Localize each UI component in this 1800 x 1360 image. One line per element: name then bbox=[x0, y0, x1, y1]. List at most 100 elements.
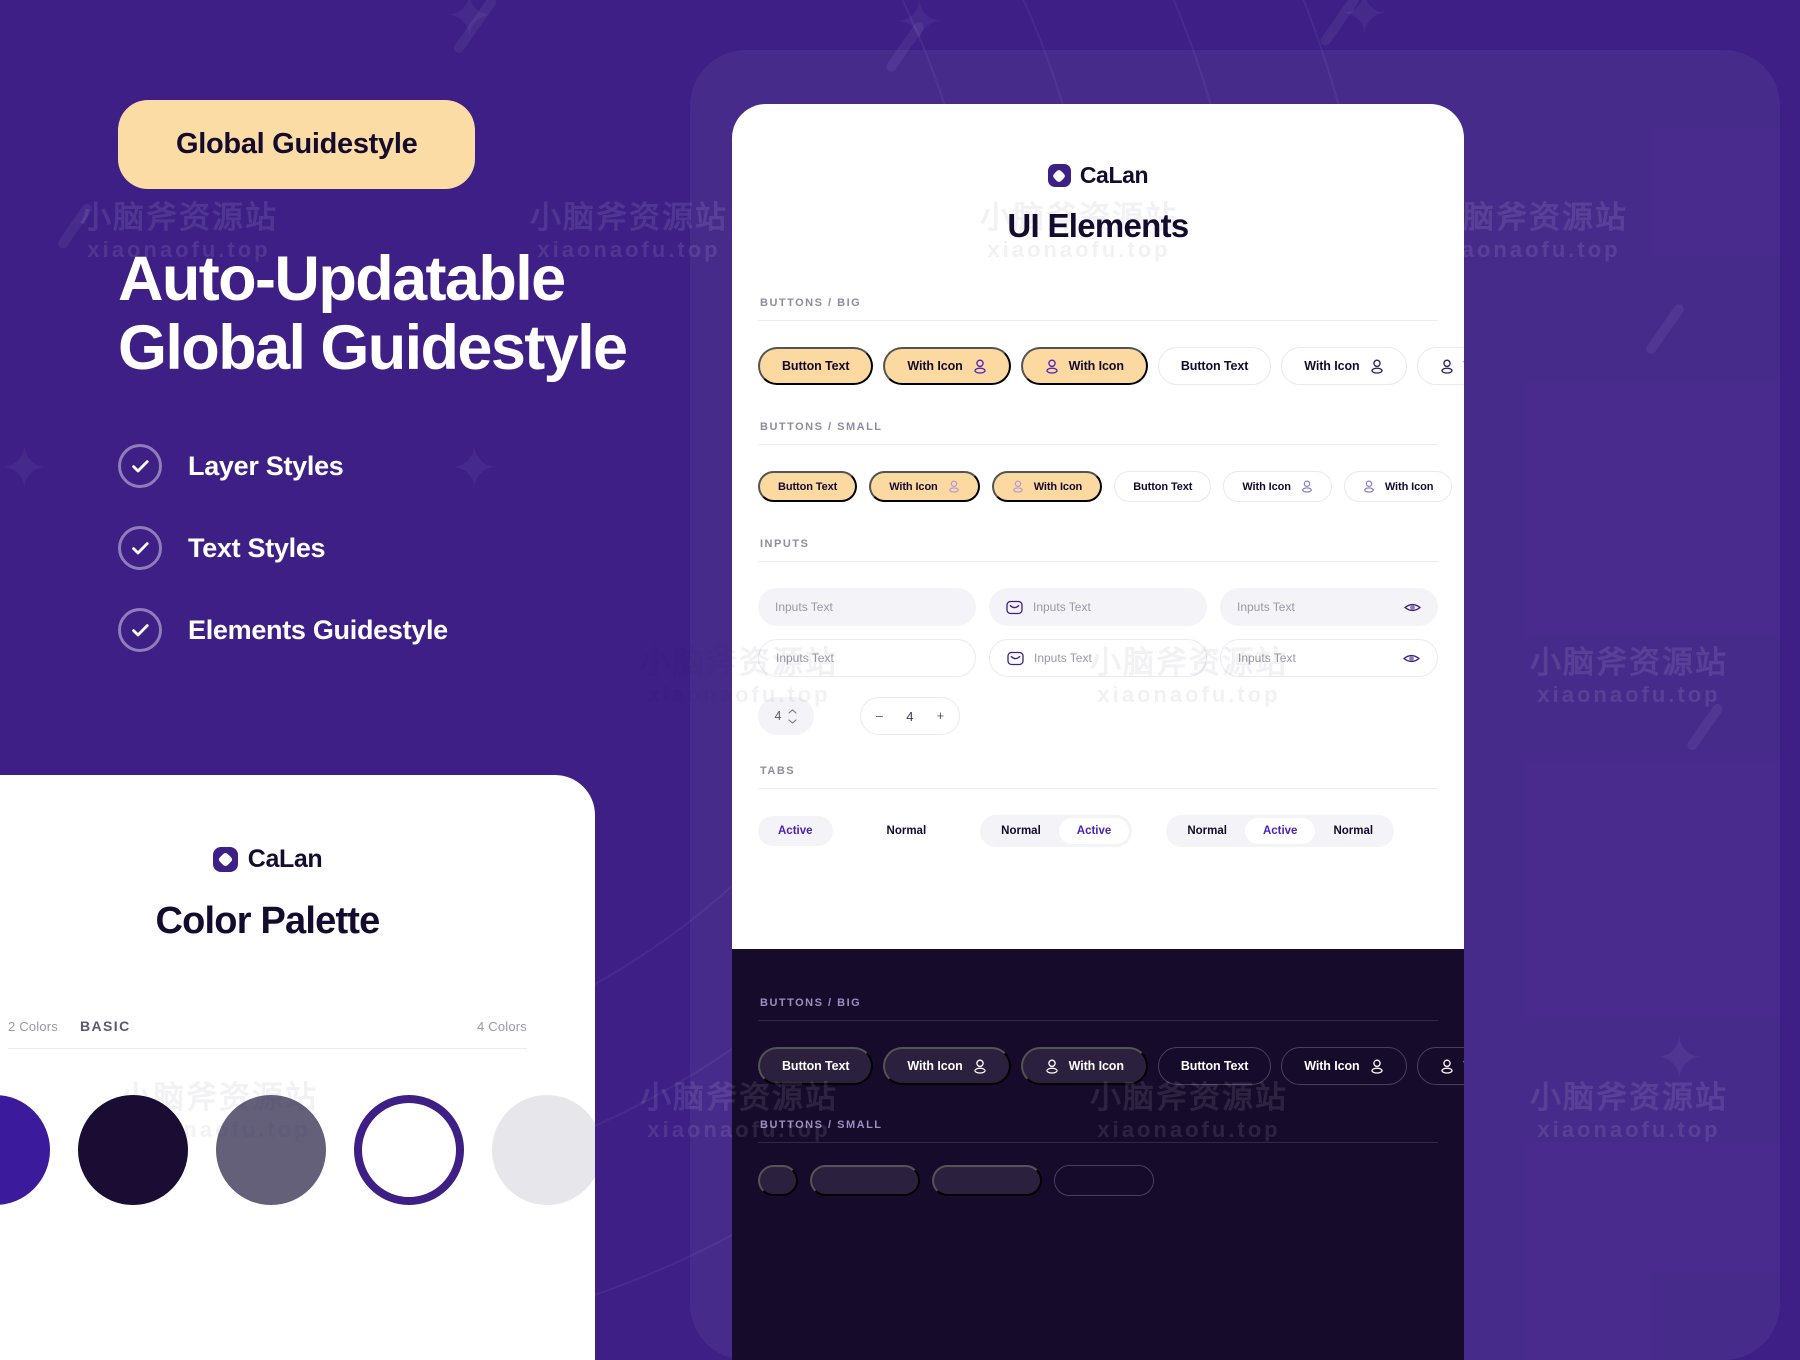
page-title-line-2: Global Guidestyle bbox=[118, 312, 628, 383]
button-label: Button Text bbox=[1180, 359, 1249, 373]
divider bbox=[758, 561, 1438, 562]
palette-card-title: Color Palette bbox=[155, 900, 381, 942]
section-label: TABS bbox=[760, 765, 796, 777]
button-with-icon-left-filled-big[interactable]: With Icon bbox=[1020, 347, 1148, 385]
divider bbox=[758, 444, 1438, 445]
color-swatch-primary-purple[interactable] bbox=[0, 1095, 50, 1205]
section-label: BUTTONS / SMALL bbox=[760, 1119, 883, 1131]
tab-normal-standalone[interactable]: Normal bbox=[867, 816, 947, 846]
tab-active-standalone[interactable]: Active bbox=[758, 816, 833, 846]
tab-active[interactable]: Active bbox=[1244, 818, 1316, 844]
number-stepper-wide[interactable]: – 4 + bbox=[860, 697, 960, 735]
stepper-arrows[interactable] bbox=[788, 708, 798, 724]
user-icon bbox=[1370, 1059, 1383, 1074]
check-circle-icon bbox=[118, 444, 162, 489]
tab-normal-left[interactable]: Normal bbox=[1169, 818, 1245, 844]
divider bbox=[758, 320, 1438, 321]
dark-section-buttons-big: BUTTONS / BIG Button Text With Icon With… bbox=[758, 997, 1464, 1085]
button-text-filled-small[interactable]: Button Text bbox=[758, 471, 858, 502]
stepper-row: 4 – 4 + bbox=[758, 697, 1438, 735]
button-text-filled-big[interactable]: Button Text bbox=[758, 347, 874, 385]
ui-card-logo: CaLan bbox=[758, 162, 1438, 189]
color-swatch-dark-ink[interactable] bbox=[78, 1095, 188, 1205]
section-buttons-big: BUTTONS / BIG Button Text With Icon With… bbox=[758, 297, 1464, 385]
palette-group-name: BASIC bbox=[80, 1018, 131, 1034]
global-guidestyle-badge: Global Guidestyle bbox=[118, 100, 476, 189]
color-swatch-white-ring[interactable] bbox=[354, 1095, 464, 1205]
button-with-icon-right-outline-small[interactable]: With Icon bbox=[1223, 471, 1332, 502]
user-icon bbox=[1012, 480, 1023, 493]
user-icon bbox=[1045, 359, 1058, 374]
user-icon bbox=[973, 359, 986, 374]
button-label: With Icon bbox=[1068, 359, 1124, 373]
user-icon bbox=[1440, 359, 1453, 374]
divider bbox=[758, 1020, 1438, 1021]
user-icon bbox=[948, 480, 959, 493]
section-label: INPUTS bbox=[760, 538, 810, 550]
dark-button-with-icon-left-filled-small[interactable] bbox=[932, 1165, 1042, 1196]
calan-logo-icon bbox=[1047, 164, 1071, 187]
button-label: With Icon bbox=[1304, 1059, 1360, 1073]
checklist-label: Elements Guidestyle bbox=[188, 614, 448, 645]
dark-button-text-outline-small[interactable] bbox=[1054, 1165, 1154, 1196]
tab-group-three: Normal Active Normal bbox=[1166, 815, 1395, 847]
eye-icon[interactable] bbox=[1404, 601, 1421, 614]
stepper-increment[interactable]: + bbox=[937, 709, 944, 723]
palette-card-logo: CaLan bbox=[0, 845, 595, 874]
input-password-outline[interactable]: Inputs Text bbox=[1220, 639, 1438, 677]
button-label: With Icon bbox=[1384, 480, 1434, 493]
chevron-up-icon bbox=[788, 708, 798, 714]
button-with-icon-right-outline-big[interactable]: With Icon bbox=[1281, 347, 1407, 385]
dark-button-with-icon-right-filled-small[interactable] bbox=[810, 1165, 920, 1196]
swatch-row bbox=[0, 1049, 595, 1205]
eye-icon[interactable] bbox=[1403, 652, 1420, 665]
dark-button-with-icon-left-outline-big[interactable]: With Icon bbox=[1416, 1047, 1464, 1085]
button-label: With Icon bbox=[1068, 1059, 1124, 1073]
button-label: Button Text bbox=[778, 480, 838, 493]
user-icon bbox=[1301, 480, 1312, 493]
dark-button-with-icon-right-filled-big[interactable]: With Icon bbox=[883, 1047, 1011, 1085]
button-text-outline-small[interactable]: Button Text bbox=[1114, 471, 1212, 502]
poster-canvas: ✦ ✦ ✦ ✦ ✦ ✦ ✦ Global Guidestyle Auto-Upd… bbox=[0, 0, 1800, 1360]
palette-left-count: 2 Colors bbox=[8, 1019, 59, 1034]
divider bbox=[758, 788, 1438, 789]
button-label: With Icon bbox=[907, 359, 963, 373]
dark-button-with-icon-left-filled-big[interactable]: With Icon bbox=[1020, 1047, 1148, 1085]
dark-button-text-filled-big[interactable]: Button Text bbox=[758, 1047, 874, 1085]
check-circle-icon bbox=[118, 608, 162, 653]
dark-button-with-icon-right-outline-big[interactable]: With Icon bbox=[1281, 1047, 1407, 1085]
tab-active[interactable]: Active bbox=[1058, 818, 1130, 844]
color-swatch-light-grey[interactable] bbox=[492, 1095, 595, 1205]
dark-button-text-filled-small[interactable] bbox=[758, 1165, 798, 1196]
number-stepper-compact[interactable]: 4 bbox=[758, 697, 814, 735]
user-icon bbox=[1363, 480, 1374, 493]
brand-name: CaLan bbox=[1079, 162, 1149, 188]
button-with-icon-left-outline-small[interactable]: With Icon bbox=[1343, 471, 1453, 502]
input-placeholder: Inputs Text bbox=[1033, 600, 1091, 614]
button-label: With Icon bbox=[907, 1059, 963, 1073]
input-password-filled[interactable]: Inputs Text bbox=[1220, 588, 1438, 626]
dark-buttons-big-row: Button Text With Icon With Icon Button T… bbox=[758, 1047, 1464, 1085]
tab-normal-right[interactable]: Normal bbox=[1315, 818, 1391, 844]
input-placeholder: Inputs Text bbox=[1237, 600, 1295, 614]
dark-buttons-small-row bbox=[758, 1165, 1438, 1196]
button-text-outline-big[interactable]: Button Text bbox=[1157, 347, 1272, 385]
checklist-label: Layer Styles bbox=[188, 450, 344, 481]
button-with-icon-right-filled-small[interactable]: With Icon bbox=[869, 471, 980, 502]
stepper-decrement[interactable]: – bbox=[876, 709, 883, 723]
button-with-icon-left-filled-small[interactable]: With Icon bbox=[991, 471, 1103, 502]
button-label: Button Text bbox=[1133, 480, 1193, 493]
section-inputs: INPUTS Inputs Text Inputs Text Inputs Te… bbox=[758, 538, 1438, 735]
tab-normal[interactable]: Normal bbox=[983, 818, 1059, 844]
button-label: With Icon bbox=[1033, 480, 1083, 493]
color-swatch-muted-grey[interactable] bbox=[216, 1095, 326, 1205]
button-with-icon-left-outline-big[interactable]: With Icon bbox=[1416, 347, 1464, 385]
dark-button-text-outline-big[interactable]: Button Text bbox=[1157, 1047, 1272, 1085]
input-plain-filled[interactable]: Inputs Text bbox=[758, 588, 976, 626]
input-email-outline[interactable]: Inputs Text bbox=[989, 639, 1207, 677]
input-email-filled[interactable]: Inputs Text bbox=[989, 588, 1207, 626]
checklist-label: Text Styles bbox=[188, 532, 326, 563]
input-plain-outline[interactable]: Inputs Text bbox=[758, 639, 976, 677]
button-with-icon-right-filled-big[interactable]: With Icon bbox=[883, 347, 1011, 385]
envelope-icon bbox=[1006, 600, 1023, 615]
